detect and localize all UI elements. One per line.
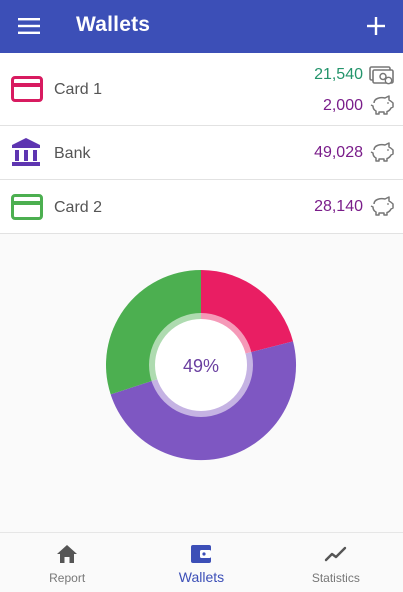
wallet-name: Card 1 <box>54 81 103 98</box>
piggy-bank-icon <box>369 141 395 163</box>
cash-icon <box>369 64 395 86</box>
nav-label: Statistics <box>311 571 360 585</box>
wallet-name: Bank <box>54 145 91 162</box>
app-bar: Wallets <box>0 0 403 53</box>
wallet-row-card-2[interactable]: Card 2 28,140 <box>0 180 403 234</box>
wallet-savings-balance: 49,028 <box>314 144 363 161</box>
wallet-name: Card 2 <box>54 199 103 216</box>
donut-center-label: 49% <box>183 356 219 376</box>
nav-label: Report <box>49 571 86 585</box>
home-icon <box>55 543 79 565</box>
trend-line-icon <box>324 543 348 565</box>
page-title: Wallets <box>76 13 151 36</box>
wallet-row-bank[interactable]: Bank 49,028 <box>0 126 403 180</box>
nav-item-report[interactable]: Report <box>0 533 134 592</box>
credit-card-icon <box>11 76 43 107</box>
hamburger-menu-icon[interactable] <box>12 12 46 40</box>
wallet-row-card-1[interactable]: Card 1 21,540 2,000 <box>0 53 403 126</box>
nav-label: Wallets <box>178 569 225 585</box>
piggy-bank-icon <box>369 94 395 116</box>
credit-card-icon <box>11 194 43 225</box>
wallet-distribution-chart: 49% <box>0 234 403 532</box>
wallet-savings-balance: 28,140 <box>314 198 363 215</box>
wallet-savings-balance: 2,000 <box>322 97 363 114</box>
nav-item-wallets[interactable]: Wallets <box>134 533 268 592</box>
donut-chart: 49% <box>105 270 297 461</box>
nav-item-statistics[interactable]: Statistics <box>269 533 403 592</box>
plus-icon[interactable] <box>361 11 391 41</box>
wallet-list: Card 1 21,540 2,000 Bank 49,028 Card 2 2… <box>0 53 403 234</box>
wallet-icon <box>189 543 213 565</box>
wallet-cash-balance: 21,540 <box>314 66 363 83</box>
bank-icon <box>11 137 41 172</box>
bottom-navigation: Report Wallets Statistics <box>0 532 403 592</box>
piggy-bank-icon <box>369 195 395 217</box>
